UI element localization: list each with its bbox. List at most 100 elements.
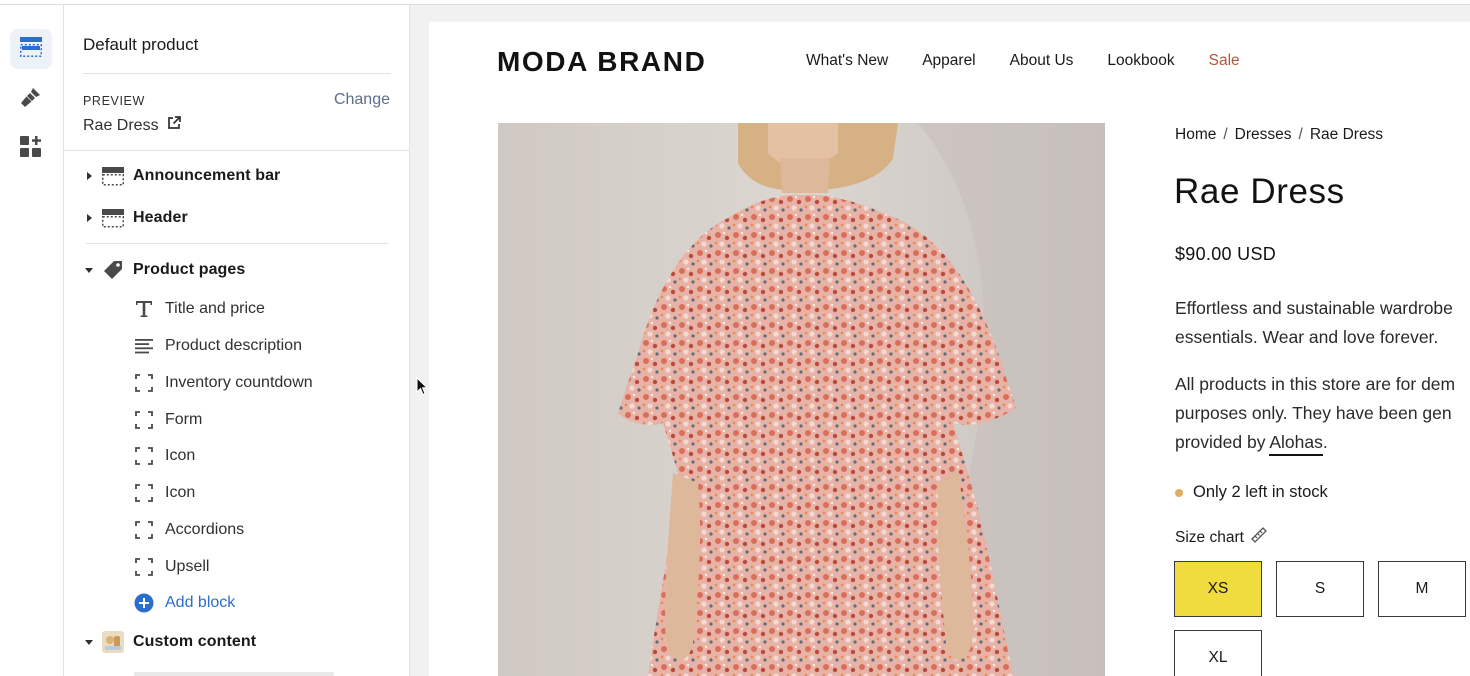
block-product-description[interactable]: Product description (64, 329, 409, 363)
preview-label: PREVIEW (83, 94, 145, 108)
storefront-preview: MODA BRAND What's New Apparel About Us L… (429, 22, 1470, 676)
paragraph-icon (134, 336, 154, 356)
size-option-xs[interactable]: XS (1174, 561, 1262, 617)
block-icon (134, 483, 154, 503)
change-preview-link[interactable]: Change (334, 91, 390, 109)
block-icon (134, 410, 154, 430)
store-logo[interactable]: MODA BRAND (497, 46, 706, 78)
stock-dot-icon (1175, 488, 1183, 497)
block-icon (134, 520, 154, 540)
block-icon (134, 557, 154, 577)
product-price: $90.00 USD (1175, 244, 1277, 264)
block-form[interactable]: Form (64, 403, 409, 437)
size-chart-label: Size chart (1175, 528, 1244, 546)
paintbrush-icon (20, 86, 42, 113)
block-accordions[interactable]: Accordions (64, 513, 409, 547)
external-link-icon (167, 116, 181, 135)
section-label: Custom content (133, 633, 257, 650)
block-label: Upsell (165, 558, 210, 575)
partial-row (134, 672, 334, 676)
store-nav: What's New Apparel About Us Lookbook Sal… (806, 52, 1274, 70)
app-embeds-rail-button[interactable] (10, 129, 52, 169)
section-label: Announcement bar (133, 167, 281, 184)
icon-rail (0, 5, 64, 676)
chevron-down-icon[interactable] (85, 267, 93, 273)
mouse-cursor-icon (416, 376, 429, 402)
section-layout-icon (102, 207, 124, 229)
breadcrumb-home[interactable]: Home (1175, 126, 1216, 143)
description-line: essentials. Wear and love forever. (1175, 327, 1439, 347)
section-label: Header (133, 209, 188, 226)
nav-item-whats-new[interactable]: What's New (806, 52, 888, 70)
nav-item-sale[interactable]: Sale (1209, 52, 1240, 70)
product-title: Rae Dress (1174, 172, 1345, 211)
section-label: Product pages (133, 261, 246, 278)
chevron-right-icon[interactable] (87, 172, 92, 180)
block-label: Accordions (165, 521, 245, 538)
nav-item-apparel[interactable]: Apparel (922, 52, 975, 70)
product-description: Effortless and sustainable wardrobe esse… (1175, 294, 1470, 352)
breadcrumb-current: Rae Dress (1309, 126, 1384, 143)
plus-circle-icon (134, 593, 154, 613)
disclaimer-line: purposes only. They have been gen (1175, 403, 1452, 423)
block-icon-2[interactable]: Icon (64, 476, 409, 510)
preview-product-name: Rae Dress (83, 116, 159, 134)
chevron-right-icon[interactable] (87, 214, 92, 222)
block-icon (134, 446, 154, 466)
description-line: Effortless and sustainable wardrobe (1175, 298, 1453, 318)
disclaimer-line: All products in this store are for dem (1175, 374, 1456, 394)
disclaimer-text: . (1322, 432, 1328, 452)
size-option-m[interactable]: M (1378, 561, 1466, 617)
size-option-xl[interactable]: XL (1174, 630, 1262, 676)
template-title[interactable]: Default product (83, 35, 198, 55)
block-label: Icon (165, 484, 196, 501)
preview-product-link[interactable]: Rae Dress (83, 116, 181, 135)
sections-sidebar: Default product PREVIEW Change Rae Dress (64, 5, 410, 676)
section-product-pages[interactable]: Product pages (64, 253, 409, 287)
block-label: Form (165, 411, 203, 428)
sections-rail-button[interactable] (10, 29, 52, 69)
alohas-link[interactable]: Alohas (1269, 432, 1323, 456)
text-icon (134, 299, 154, 319)
ruler-icon (1250, 526, 1268, 549)
size-chart-link[interactable]: Size chart (1175, 526, 1268, 549)
image-icon (102, 631, 124, 653)
breadcrumb-dresses[interactable]: Dresses (1235, 126, 1292, 143)
tag-icon (102, 259, 124, 281)
block-label: Icon (165, 447, 196, 464)
add-block-button[interactable]: Add block (64, 586, 409, 620)
divider (83, 73, 391, 74)
add-block-label: Add block (165, 594, 236, 611)
layout-icon (20, 36, 42, 62)
block-label: Title and price (165, 300, 265, 317)
theme-settings-rail-button[interactable] (10, 79, 52, 119)
block-inventory-countdown[interactable]: Inventory countdown (64, 366, 409, 400)
nav-item-lookbook[interactable]: Lookbook (1107, 52, 1174, 70)
product-disclaimer: All products in this store are for dem p… (1175, 370, 1470, 457)
section-custom-content[interactable]: Custom content (64, 625, 409, 659)
block-upsell[interactable]: Upsell (64, 550, 409, 584)
chevron-down-icon[interactable] (85, 639, 93, 645)
block-title-and-price[interactable]: Title and price (64, 292, 409, 326)
breadcrumb: Home / Dresses / Rae Dress (1175, 126, 1383, 144)
breadcrumb-separator: / (1223, 126, 1228, 143)
block-icon (134, 373, 154, 393)
section-header[interactable]: Header (64, 201, 409, 235)
nav-item-about-us[interactable]: About Us (1010, 52, 1074, 70)
product-image[interactable] (498, 123, 1105, 676)
block-label: Inventory countdown (165, 374, 313, 391)
stock-text: Only 2 left in stock (1193, 483, 1328, 501)
disclaimer-text: provided by (1175, 432, 1270, 452)
section-layout-icon (102, 165, 124, 187)
theme-editor: Default product PREVIEW Change Rae Dress (0, 0, 1470, 676)
disclaimer-line: provided by Alohas. (1175, 428, 1470, 457)
block-icon-1[interactable]: Icon (64, 439, 409, 473)
divider (64, 150, 409, 151)
apps-add-icon (20, 135, 42, 163)
divider (86, 243, 388, 244)
size-option-s[interactable]: S (1276, 561, 1364, 617)
section-announcement-bar[interactable]: Announcement bar (64, 159, 409, 193)
block-label: Product description (165, 337, 302, 354)
breadcrumb-separator: / (1298, 126, 1303, 143)
inventory-status: Only 2 left in stock (1175, 483, 1328, 502)
